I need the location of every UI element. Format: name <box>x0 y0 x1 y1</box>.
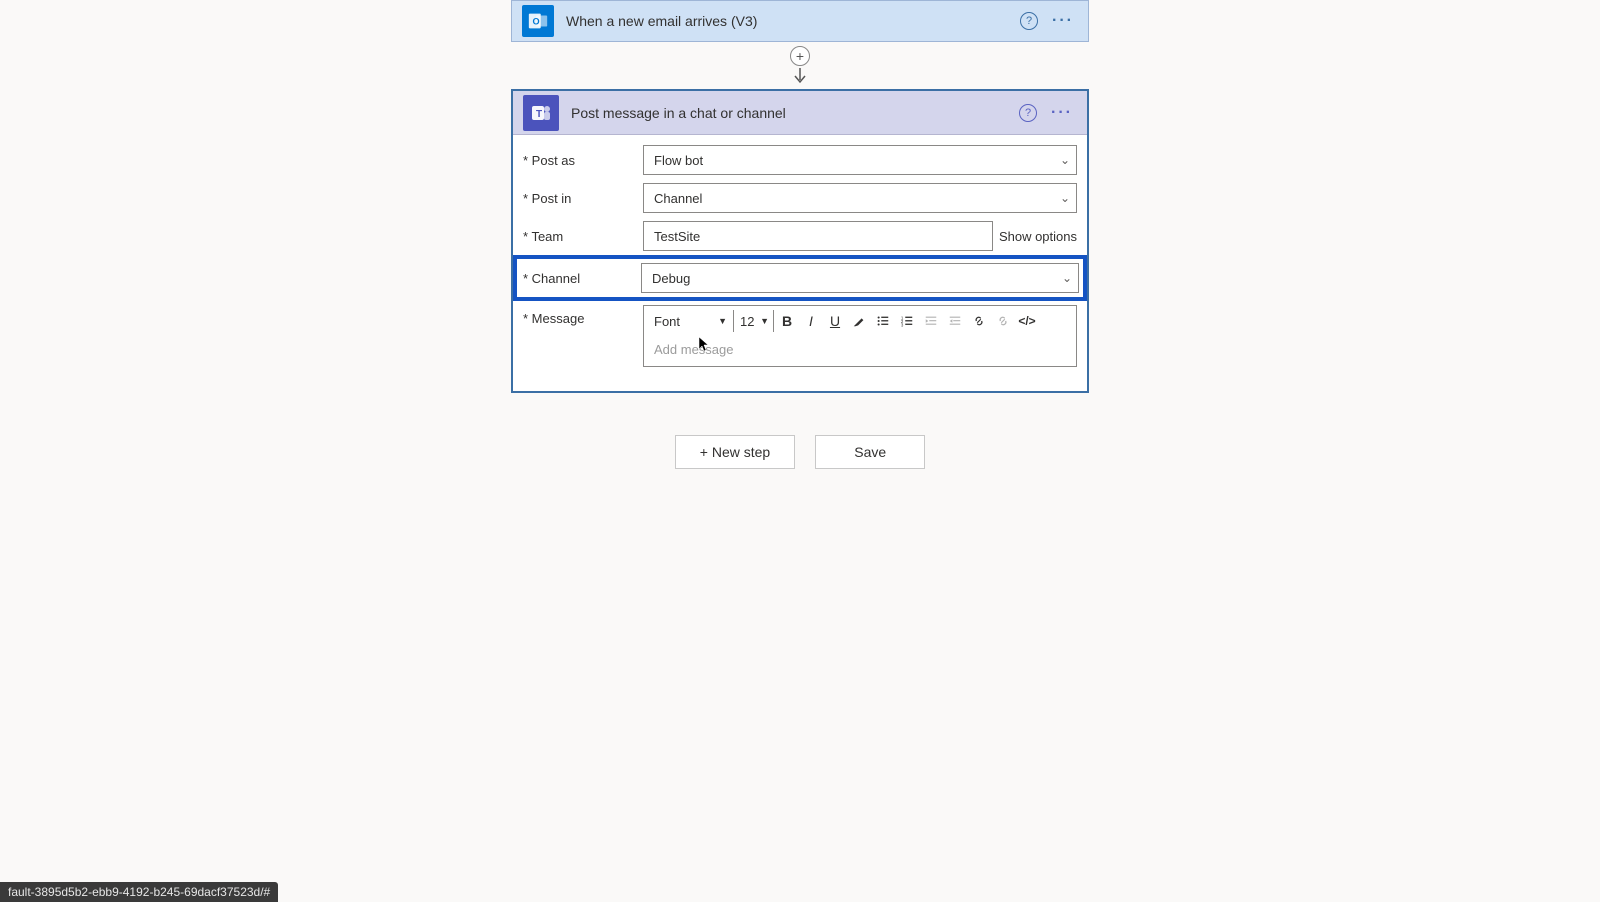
post-in-dropdown[interactable]: Channel ⌄ <box>643 183 1077 213</box>
message-placeholder: Add message <box>654 342 734 357</box>
bold-button[interactable]: B <box>776 310 798 332</box>
channel-dropdown[interactable]: Debug ⌄ <box>641 263 1079 293</box>
field-team: * Team TestSite Show options <box>523 221 1077 251</box>
trigger-card[interactable]: O When a new email arrives (V3) ? ··· <box>511 0 1089 42</box>
help-icon[interactable]: ? <box>1019 104 1037 122</box>
svg-text:T: T <box>536 109 542 120</box>
font-dropdown[interactable]: Font▼ <box>648 310 734 332</box>
connector: + <box>790 46 810 87</box>
more-icon[interactable]: ··· <box>1051 105 1073 121</box>
teams-icon: T <box>523 95 559 131</box>
team-label: Team <box>531 229 563 244</box>
chevron-down-icon: ⌄ <box>1062 271 1072 285</box>
svg-text:3: 3 <box>901 322 904 327</box>
help-icon[interactable]: ? <box>1020 12 1038 30</box>
post-as-label: Post as <box>532 153 575 168</box>
post-in-label: Post in <box>532 191 572 206</box>
new-step-button[interactable]: + New step <box>675 435 795 469</box>
message-rte[interactable]: Font▼ 12▼ B I U <box>643 305 1077 367</box>
outdent-button[interactable] <box>920 310 942 332</box>
action-form: * Post as Flow bot ⌄ * Post in Channel ⌄ <box>513 135 1087 391</box>
channel-label: Channel <box>532 271 580 286</box>
team-input[interactable]: TestSite <box>643 221 993 251</box>
indent-button[interactable] <box>944 310 966 332</box>
numbered-list-button[interactable]: 123 <box>896 310 918 332</box>
chevron-down-icon: ⌄ <box>1060 153 1070 167</box>
arrow-down-icon <box>793 68 807 87</box>
browser-status-bar: fault-3895d5b2-ebb9-4192-b245-69dacf3752… <box>0 882 278 902</box>
link-button[interactable] <box>968 310 990 332</box>
field-message: * Message Font▼ 12▼ B I U <box>523 305 1077 367</box>
footer-buttons: + New step Save <box>675 435 925 469</box>
post-as-value: Flow bot <box>654 153 703 168</box>
action-header[interactable]: T Post message in a chat or channel ? ··… <box>513 91 1087 135</box>
trigger-title: When a new email arrives (V3) <box>566 13 1020 29</box>
save-button[interactable]: Save <box>815 435 925 469</box>
show-options-link[interactable]: Show options <box>999 229 1077 244</box>
unlink-button[interactable] <box>992 310 1014 332</box>
field-post-in: * Post in Channel ⌄ <box>523 183 1077 213</box>
svg-text:O: O <box>533 17 540 27</box>
post-as-dropdown[interactable]: Flow bot ⌄ <box>643 145 1077 175</box>
message-body[interactable]: Add message <box>644 336 1076 366</box>
more-icon[interactable]: ··· <box>1052 13 1074 29</box>
message-label: Message <box>532 311 585 326</box>
chevron-down-icon: ⌄ <box>1060 191 1070 205</box>
post-in-value: Channel <box>654 191 702 206</box>
bullet-list-button[interactable] <box>872 310 894 332</box>
field-post-as: * Post as Flow bot ⌄ <box>523 145 1077 175</box>
action-card[interactable]: T Post message in a chat or channel ? ··… <box>511 89 1089 393</box>
channel-value: Debug <box>652 271 690 286</box>
font-size-dropdown[interactable]: 12▼ <box>736 310 774 332</box>
team-value: TestSite <box>654 229 700 244</box>
rte-toolbar: Font▼ 12▼ B I U <box>644 306 1076 336</box>
trigger-header[interactable]: O When a new email arrives (V3) ? ··· <box>512 1 1088 41</box>
outlook-icon: O <box>522 5 554 37</box>
underline-button[interactable]: U <box>824 310 846 332</box>
italic-button[interactable]: I <box>800 310 822 332</box>
highlight-button[interactable] <box>848 310 870 332</box>
code-view-button[interactable]: </> <box>1016 310 1038 332</box>
add-step-between-button[interactable]: + <box>790 46 810 66</box>
action-title: Post message in a chat or channel <box>571 105 1019 121</box>
field-channel: * Channel Debug ⌄ <box>517 259 1083 297</box>
